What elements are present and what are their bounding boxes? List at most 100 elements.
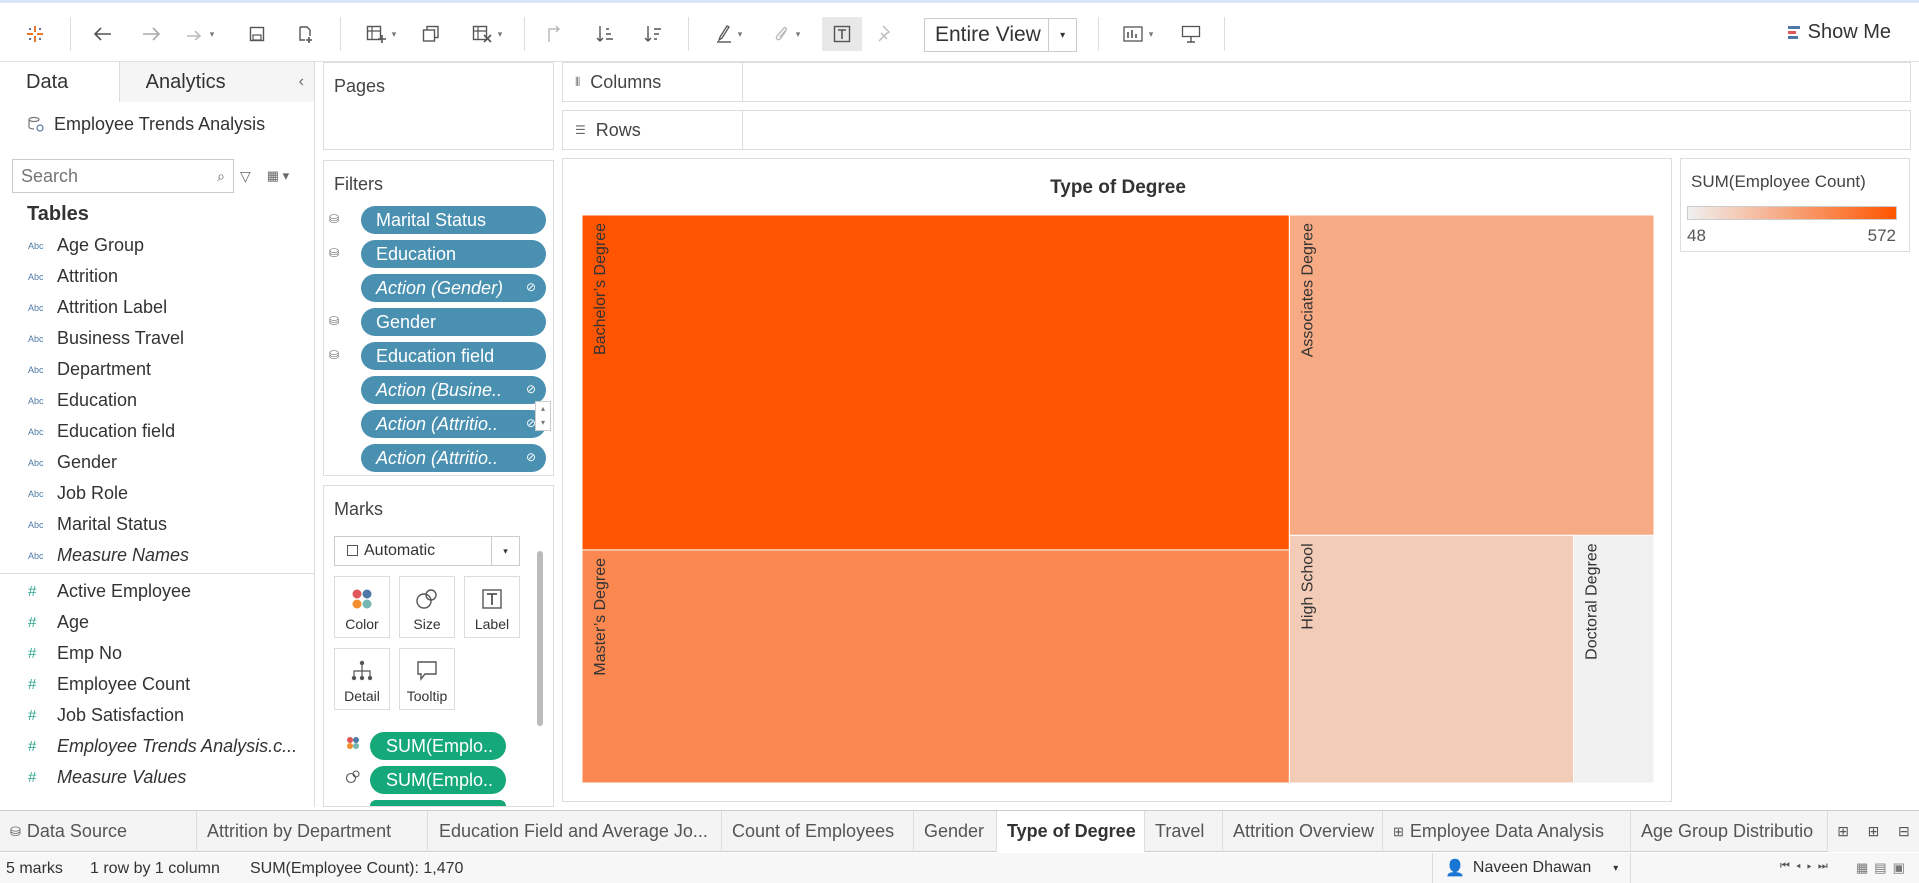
tab-analytics[interactable]: Analytics ‹ [119, 62, 314, 102]
color-button[interactable]: Color [334, 576, 390, 638]
sort-descending-icon[interactable] [638, 17, 668, 51]
treemap-rect[interactable] [1288, 214, 1655, 536]
field-item[interactable]: # Age [0, 607, 314, 638]
fit-view-select[interactable]: Entire View ▾ [924, 18, 1077, 52]
view-options-icon[interactable]: ▦ ▾ [267, 168, 289, 184]
filter-pill[interactable]: Action (Gender) ⊘ [361, 274, 546, 302]
show-me-button[interactable]: Show Me [1787, 21, 1891, 44]
label-measure-pill[interactable] [370, 800, 506, 806]
treemap-chart[interactable]: Bachelor’s Degree Master’s Degree Associat… [563, 159, 1673, 803]
field-item[interactable]: Abc Age Group [0, 230, 314, 261]
field-item[interactable]: Abc Business Travel [0, 323, 314, 354]
field-item[interactable]: Abc Attrition [0, 261, 314, 292]
field-item[interactable]: Abc Education [0, 385, 314, 416]
field-item[interactable]: Abc Department [0, 354, 314, 385]
highlight-icon[interactable]: ▾ [706, 17, 752, 51]
columns-shelf-label: ⦀ Columns [563, 63, 743, 101]
sheet-tab[interactable]: Attrition Overview [1223, 811, 1383, 852]
field-item[interactable]: # Job Satisfaction [0, 700, 314, 731]
show-mark-labels-icon[interactable] [822, 17, 862, 51]
show-cards-icon[interactable]: ▾ [1116, 17, 1160, 51]
field-item[interactable]: Abc Measure Names [0, 540, 314, 571]
tab-data[interactable]: Data [0, 62, 120, 102]
field-item[interactable]: Abc Marital Status [0, 509, 314, 540]
field-item[interactable]: # Employee Count [0, 669, 314, 700]
field-item[interactable]: # Measure Values [0, 762, 314, 793]
size-button[interactable]: Size [399, 576, 455, 638]
filter-pill[interactable]: Action (Attritio.. ⊘ [361, 410, 546, 438]
replay-animation-icon[interactable]: ▾ [180, 17, 220, 51]
sheet-tab[interactable]: ⛁ Data Source [0, 811, 197, 852]
redo-icon[interactable] [136, 17, 166, 51]
field-item[interactable]: Abc Job Role [0, 478, 314, 509]
data-pane-tabs: Data Analytics ‹ [0, 62, 314, 102]
size-measure-pill[interactable]: SUM(Emplo.. [370, 766, 506, 794]
sheet-tab[interactable]: Age Group Distributio [1631, 811, 1828, 852]
fix-axes-icon[interactable] [870, 17, 900, 51]
datasource-item[interactable]: Employee Trends Analysis [0, 102, 314, 146]
filter-pill[interactable]: Marital Status [361, 206, 546, 234]
new-dashboard-icon[interactable]: ⊟ [1898, 823, 1910, 840]
label-button[interactable]: Label [464, 576, 520, 638]
view-canvas[interactable]: Type of Degree Bachelor’s Degree Master’s… [562, 158, 1672, 802]
filter-pill[interactable]: Action (Busine.. ⊘ [361, 376, 546, 404]
sheet-sorter-icon[interactable]: ▦▤▣ [1856, 860, 1911, 876]
search-box[interactable]: ⌕ [12, 159, 234, 193]
treemap-rect[interactable] [1288, 534, 1575, 784]
sheet-tab[interactable]: ⊞ Employee Data Analysis [1383, 811, 1631, 852]
presentation-mode-icon[interactable] [1176, 17, 1206, 51]
field-item[interactable]: Abc Gender [0, 447, 314, 478]
tableau-logo-icon[interactable] [18, 17, 52, 51]
save-icon[interactable] [242, 17, 272, 51]
collapse-pane-icon[interactable]: ‹ [299, 73, 304, 91]
sheet-tab[interactable]: Type of Degree [997, 811, 1145, 852]
filter-pill[interactable]: Action (Attritio.. ⊘ [361, 444, 546, 472]
rows-shelf[interactable]: ☰ Rows [562, 110, 1911, 150]
filter-scrollbar[interactable]: ▴ ▾ [535, 401, 551, 431]
legend-title: SUM(Employee Count) [1691, 172, 1866, 191]
field-item[interactable]: # Employee Trends Analysis.c... [0, 731, 314, 762]
field-item[interactable]: # Emp No [0, 638, 314, 669]
sheet-tab[interactable]: Count of Employees [722, 811, 914, 852]
string-type-icon: Abc [28, 333, 44, 344]
sheet-tab[interactable]: Education Field and Average Jo... [429, 811, 722, 852]
filters-card[interactable]: Filters ⛁ Marital Status ⛁ Education Action … [323, 160, 554, 476]
sheet-tab[interactable]: Travel [1145, 811, 1223, 852]
user-menu[interactable]: 👤 Naveen Dhawan ▾ [1432, 853, 1632, 883]
chevron-down-icon[interactable]: ▾ [491, 537, 519, 565]
treemap-rect[interactable] [581, 214, 1290, 551]
detail-button[interactable]: Detail [334, 648, 390, 710]
undo-icon[interactable] [88, 17, 118, 51]
mark-type-select[interactable]: Automatic ▾ [334, 536, 520, 566]
treemap-rect[interactable] [581, 549, 1290, 784]
color-legend[interactable]: SUM(Employee Count) 48 572 [1680, 158, 1910, 252]
search-input[interactable] [21, 165, 201, 187]
new-data-source-icon[interactable] [290, 17, 320, 51]
field-name: Age [57, 612, 90, 632]
color-measure-pill[interactable]: SUM(Emplo.. [370, 732, 506, 760]
new-data-source-icon[interactable]: ⊞ [1837, 823, 1849, 840]
sort-ascending-icon[interactable] [590, 17, 620, 51]
clear-sheet-icon[interactable]: ▾ [462, 17, 512, 51]
marks-scrollbar[interactable] [537, 551, 543, 726]
sheet-tab[interactable]: Gender [914, 811, 997, 852]
filter-pill[interactable]: Education field [361, 342, 546, 370]
columns-shelf[interactable]: ⦀ Columns [562, 62, 1911, 102]
new-worksheet-icon[interactable]: ▾ [356, 17, 406, 51]
swap-rows-columns-icon[interactable] [540, 17, 570, 51]
sheet-navigation-icon[interactable]: ⏮◂▸⏭ [1780, 860, 1834, 873]
group-members-icon[interactable]: ▾ [764, 17, 810, 51]
action-link-icon: ⊘ [525, 450, 536, 464]
chevron-down-icon[interactable]: ▾ [1048, 19, 1076, 51]
field-item[interactable]: Abc Education field [0, 416, 314, 447]
filter-icon[interactable]: ▽ [240, 168, 251, 185]
duplicate-sheet-icon[interactable] [416, 17, 446, 51]
field-item[interactable]: # Active Employee [0, 576, 314, 607]
field-item[interactable]: Abc Attrition Label [0, 292, 314, 323]
tooltip-button[interactable]: Tooltip [399, 648, 455, 710]
filter-pill[interactable]: Education [361, 240, 546, 268]
pages-card[interactable]: Pages [323, 62, 554, 150]
sheet-tab[interactable]: Attrition by Department [197, 811, 428, 852]
filter-pill[interactable]: Gender [361, 308, 546, 336]
new-worksheet-icon[interactable]: ⊞ [1868, 823, 1880, 840]
